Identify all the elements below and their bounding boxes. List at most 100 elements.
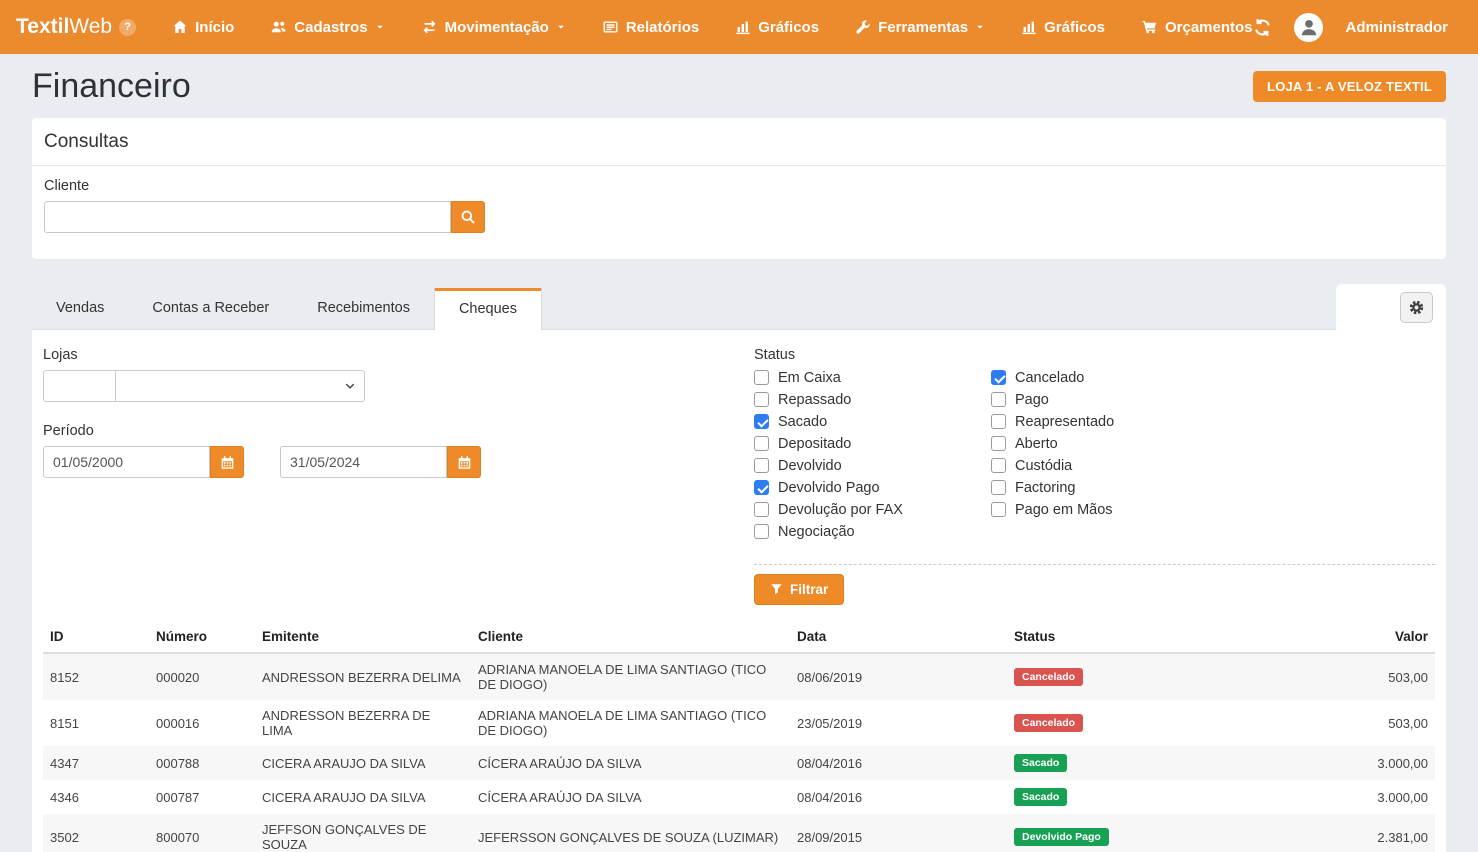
cell-numero: 000788 [149,746,255,780]
cell-numero: 800070 [149,814,255,852]
cliente-input[interactable] [44,201,451,233]
users-icon [270,19,287,35]
tab-recebimentos[interactable]: Recebimentos [293,288,434,329]
refresh-icon[interactable] [1253,18,1272,37]
report-icon [602,19,619,35]
cell-cliente: JEFERSSON GONÇALVES DE SOUZA (LUZIMAR) [471,814,790,852]
status-checkbox-repassado[interactable]: Repassado [754,392,991,407]
checkbox[interactable] [991,370,1006,385]
exchange-icon [421,19,438,35]
cell-numero: 000787 [149,780,255,814]
date-to-input[interactable] [280,446,447,478]
status-checkbox-negociacao[interactable]: Negociação [754,524,991,539]
tab-vendas[interactable]: Vendas [32,288,128,329]
checkbox[interactable] [754,502,769,517]
status-badge: Devolvido Pago [1014,828,1109,846]
nav-label: Movimentação [445,19,549,36]
nav-label: Orçamentos [1165,19,1253,36]
brand-logo[interactable]: TextilWeb ? [16,15,136,39]
table-row[interactable]: 8151 000016 ANDRESSON BEZERRA DE LIMA AD… [43,700,1435,746]
status-checkbox-depositado[interactable]: Depositado [754,436,991,451]
status-checkbox-cancelado[interactable]: Cancelado [991,370,1228,385]
status-checkbox-custodia[interactable]: Custódia [991,458,1228,473]
nav-cadastros[interactable]: Cadastros [270,19,384,36]
checkbox[interactable] [991,458,1006,473]
loja-code-input[interactable] [43,370,116,402]
bar-chart-icon [735,19,751,35]
search-icon [460,209,476,225]
nav-label: Relatórios [626,19,699,36]
checkbox[interactable] [991,436,1006,451]
loja-select[interactable] [116,370,365,402]
navbar-right: Administrador [1253,13,1448,42]
cart-icon [1141,19,1158,35]
consultas-card: Consultas Cliente [32,118,1446,259]
table-row[interactable]: 3502 800070 JEFFSON GONÇALVES DE SOUZA J… [43,814,1435,852]
cell-data: 08/06/2019 [790,653,1007,700]
checkbox-label: Em Caixa [778,370,841,386]
cell-valor: 3.000,00 [1222,780,1435,814]
checkbox[interactable] [991,502,1006,517]
status-checkbox-em-caixa[interactable]: Em Caixa [754,370,991,385]
help-icon[interactable]: ? [119,19,136,36]
checkbox[interactable] [754,458,769,473]
nav-movimentacao[interactable]: Movimentação [421,19,566,36]
cell-data: 08/04/2016 [790,780,1007,814]
nav-menu: Início Cadastros Movimentação Relatórios… [172,19,1252,36]
cheques-table: ID Número Emitente Cliente Data Status V… [43,621,1435,852]
settings-button[interactable] [1400,292,1433,323]
status-checkbox-devolvido-pago[interactable]: Devolvido Pago [754,480,991,495]
checkbox[interactable] [754,436,769,451]
tab-cheques[interactable]: Cheques [434,288,542,330]
nav-ferramentas[interactable]: Ferramentas [855,19,985,36]
status-checkbox-devolvido[interactable]: Devolvido [754,458,991,473]
date-to-group [280,446,481,478]
filtrar-button[interactable]: Filtrar [754,574,844,605]
checkbox[interactable] [991,480,1006,495]
date-from-input[interactable] [43,446,210,478]
status-checkbox-factoring[interactable]: Factoring [991,480,1228,495]
gear-icon [1408,299,1425,316]
checkbox[interactable] [754,480,769,495]
nav-orcamentos[interactable]: Orçamentos [1141,19,1253,36]
checkbox[interactable] [991,414,1006,429]
status-checkbox-pago-em-maos[interactable]: Pago em Mãos [991,502,1228,517]
settings-box [1336,284,1446,330]
cliente-search-button[interactable] [451,201,485,233]
checkbox[interactable] [754,414,769,429]
checkbox-label: Reapresentado [1015,414,1114,430]
cell-valor: 3.000,00 [1222,746,1435,780]
status-checkbox-devolucao-por-fax[interactable]: Devolução por FAX [754,502,991,517]
checkbox-label: Depositado [778,436,851,452]
cell-cliente: ADRIANA MANOELA DE LIMA SANTIAGO (TICO D… [471,653,790,700]
date-from-calendar-button[interactable] [210,446,244,478]
status-checkbox-reapresentado[interactable]: Reapresentado [991,414,1228,429]
nav-inicio[interactable]: Início [172,19,234,36]
checkbox-label: Aberto [1015,436,1058,452]
person-icon [1298,16,1320,38]
user-avatar[interactable] [1294,13,1323,42]
status-checkbox-pago[interactable]: Pago [991,392,1228,407]
calendar-icon [457,455,472,470]
table-row[interactable]: 4346 000787 CICERA ARAUJO DA SILVA CÍCER… [43,780,1435,814]
store-button[interactable]: LOJA 1 - A VELOZ TEXTIL [1253,71,1446,102]
nav-graficos-2[interactable]: Gráficos [1021,19,1105,36]
nav-relatorios[interactable]: Relatórios [602,19,699,36]
checkbox[interactable] [754,524,769,539]
checkbox-label: Devolução por FAX [778,502,903,518]
checkbox[interactable] [754,392,769,407]
date-to-calendar-button[interactable] [447,446,481,478]
cell-emitente: ANDRESSON BEZERRA DE LIMA [255,700,471,746]
table-row[interactable]: 8152 000020 ANDRESSON BEZERRA DELIMA ADR… [43,653,1435,700]
status-checkbox-sacado[interactable]: Sacado [754,414,991,429]
cliente-label: Cliente [44,178,1434,194]
tab-contas-a-receber[interactable]: Contas a Receber [128,288,293,329]
cell-numero: 000016 [149,700,255,746]
status-checkbox-aberto[interactable]: Aberto [991,436,1228,451]
table-row[interactable]: 4347 000788 CICERA ARAUJO DA SILVA CÍCER… [43,746,1435,780]
nav-graficos-1[interactable]: Gráficos [735,19,819,36]
nav-label: Gráficos [758,19,819,36]
cell-status: Cancelado [1007,700,1222,746]
checkbox[interactable] [754,370,769,385]
checkbox[interactable] [991,392,1006,407]
